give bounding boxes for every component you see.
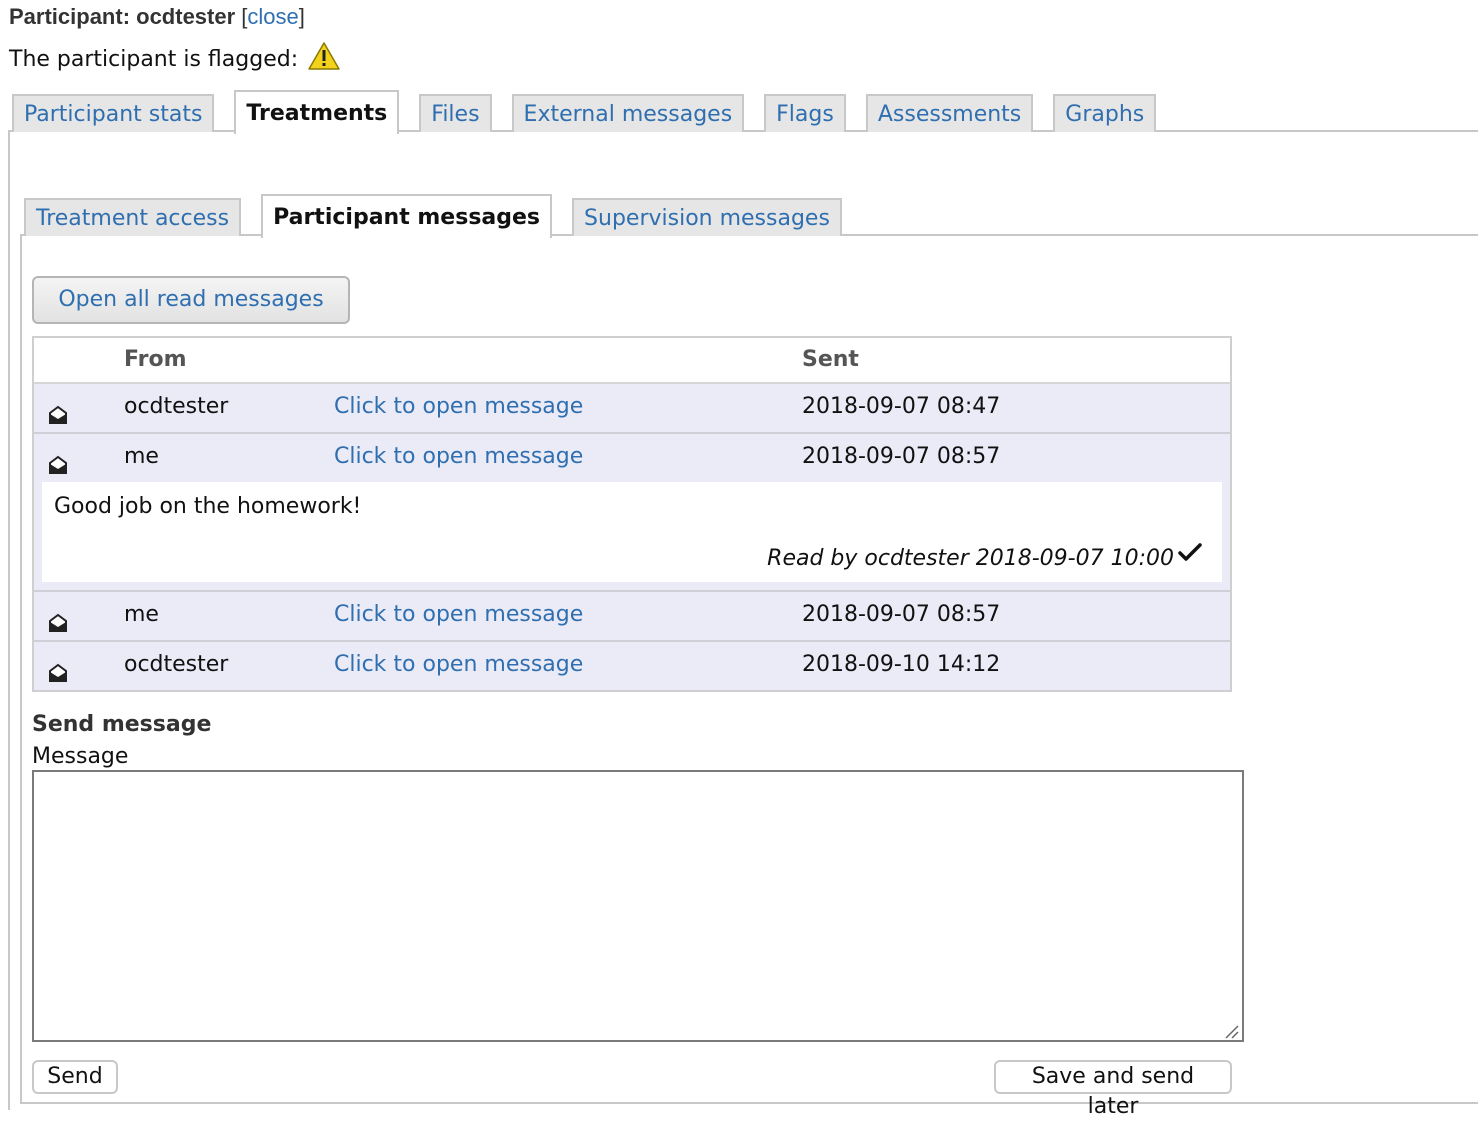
close-wrapper: [close] <box>241 4 305 29</box>
read-receipt: Read by ocdtester 2018-09-07 10:00 <box>767 546 1174 571</box>
tab-files[interactable]: Files <box>419 94 492 132</box>
tab-supervision-messages[interactable]: Supervision messages <box>572 198 842 236</box>
row-sent: 2018-09-07 08:57 <box>802 602 1001 627</box>
table-row[interactable]: ocdtester Click to open message 2018-09-… <box>34 642 1230 690</box>
inner-tab-bar: Treatment access Participant messages Su… <box>24 192 862 238</box>
row-from: me <box>124 444 159 469</box>
table-row[interactable]: ocdtester Click to open message 2018-09-… <box>34 384 1230 434</box>
expanded-message-content: Good job on the homework! Read by ocdtes… <box>42 482 1222 582</box>
table-row[interactable]: me Click to open message 2018-09-07 08:5… <box>34 434 1230 482</box>
row-sent: 2018-09-10 14:12 <box>802 652 1001 677</box>
tab-treatments[interactable]: Treatments <box>234 90 400 134</box>
close-link[interactable]: close <box>247 4 298 29</box>
column-header-sent: Sent <box>802 347 859 372</box>
checkmark-icon <box>1178 542 1202 566</box>
open-message-link[interactable]: Click to open message <box>334 384 583 430</box>
tab-assessments[interactable]: Assessments <box>865 94 1034 132</box>
participant-title: Participant: ocdtester <box>9 4 236 29</box>
column-header-from: From <box>124 347 187 372</box>
row-from: me <box>124 602 159 627</box>
send-message-heading: Send message <box>32 712 212 737</box>
message-body: Good job on the homework! <box>54 494 362 519</box>
tab-external-messages[interactable]: External messages <box>511 94 745 132</box>
message-textarea[interactable] <box>32 770 1244 1042</box>
tab-participant-messages[interactable]: Participant messages <box>261 194 553 238</box>
table-header: From Sent <box>34 338 1230 384</box>
tab-flags[interactable]: Flags <box>764 94 846 132</box>
page-title: Participant: ocdtester [close] <box>9 4 305 30</box>
row-from: ocdtester <box>124 652 229 677</box>
messages-table: From Sent ocdtester Click to open messag… <box>32 336 1232 692</box>
open-all-read-messages-button[interactable]: Open all read messages <box>32 276 350 324</box>
row-sent: 2018-09-07 08:57 <box>802 444 1001 469</box>
row-sent: 2018-09-07 08:47 <box>802 394 1001 419</box>
tab-treatment-access[interactable]: Treatment access <box>24 198 242 236</box>
send-button[interactable]: Send <box>32 1060 118 1094</box>
table-row[interactable]: me Click to open message 2018-09-07 08:5… <box>34 592 1230 642</box>
tab-participant-stats[interactable]: Participant stats <box>12 94 215 132</box>
flagged-status: The participant is flagged: <box>9 42 340 76</box>
open-message-link[interactable]: Click to open message <box>334 434 583 480</box>
warning-triangle-icon <box>308 42 340 76</box>
row-from: ocdtester <box>124 394 229 419</box>
open-message-link[interactable]: Click to open message <box>334 592 583 638</box>
open-message-link[interactable]: Click to open message <box>334 642 583 688</box>
message-label: Message <box>32 744 129 769</box>
flagged-text: The participant is flagged: <box>9 46 299 72</box>
envelope-open-icon <box>48 654 68 700</box>
outer-tab-bar: Participant stats Treatments Files Exter… <box>12 88 1176 134</box>
resize-grip-icon[interactable] <box>1222 1022 1240 1044</box>
tab-graphs[interactable]: Graphs <box>1053 94 1157 132</box>
expanded-message: Good job on the homework! Read by ocdtes… <box>34 482 1230 592</box>
save-and-send-later-button[interactable]: Save and send later <box>994 1060 1232 1119</box>
